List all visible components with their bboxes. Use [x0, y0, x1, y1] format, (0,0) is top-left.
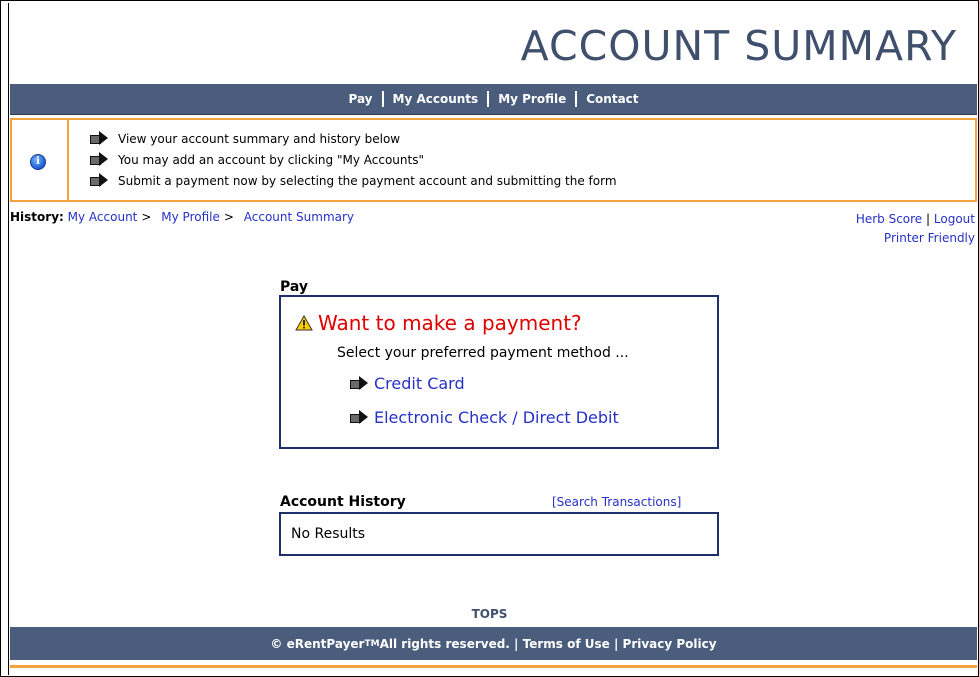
privacy-policy-link[interactable]: Privacy Policy: [623, 637, 717, 651]
account-history-label: Account History: [280, 494, 406, 510]
user-links-separator: |: [926, 212, 931, 226]
info-panel: i View your account summary and history …: [10, 118, 977, 202]
info-text: Submit a payment now by selecting the pa…: [118, 173, 617, 188]
printer-row: Printer Friendly: [856, 229, 975, 248]
info-text: View your account summary and history be…: [118, 131, 401, 146]
user-name-link[interactable]: Herb Score: [856, 212, 922, 226]
breadcrumb-account-summary[interactable]: Account Summary: [244, 210, 354, 224]
nav-contact[interactable]: Contact: [577, 92, 647, 106]
nav-pay[interactable]: Pay: [339, 92, 381, 106]
footer-separator: |: [514, 636, 519, 651]
info-item: Submit a payment now by selecting the pa…: [90, 170, 617, 191]
info-text: You may add an account by clicking "My A…: [118, 152, 424, 167]
breadcrumb-label: History:: [10, 210, 64, 224]
pay-box: Want to make a payment? Select your pref…: [279, 295, 719, 449]
pay-option-credit-card: Credit Card: [350, 374, 465, 393]
nav-my-profile[interactable]: My Profile: [489, 92, 575, 106]
page-title: ACCOUNT SUMMARY: [520, 22, 957, 70]
user-links-row: Herb Score | Logout: [856, 210, 975, 229]
arrow-right-icon: [90, 131, 108, 145]
info-list: View your account summary and history be…: [90, 128, 617, 191]
terms-of-use-link[interactable]: Terms of Use: [523, 637, 610, 651]
breadcrumb-my-profile[interactable]: My Profile: [161, 210, 220, 224]
arrow-right-icon: [350, 410, 368, 424]
footer-accent-line: [10, 665, 977, 668]
electronic-check-link[interactable]: Electronic Check / Direct Debit: [374, 408, 619, 427]
info-icon: i: [30, 154, 46, 170]
info-icon-cell: i: [12, 120, 69, 200]
pay-option-echeck: Electronic Check / Direct Debit: [350, 408, 619, 427]
search-transactions-link[interactable]: [Search Transactions]: [552, 495, 681, 509]
user-links: Herb Score | Logout Printer Friendly: [856, 210, 975, 248]
breadcrumb-separator: >: [141, 210, 152, 224]
tops-link-row: TOPS: [0, 607, 979, 621]
empty-results-text: No Results: [291, 526, 366, 542]
arrow-right-icon: [90, 152, 108, 166]
top-nav: Pay My Accounts My Profile Contact: [10, 84, 977, 115]
search-transactions: [Search Transactions]: [552, 495, 681, 509]
trademark-mark: TM: [364, 638, 380, 649]
breadcrumb: History: My Account > My Profile > Account…: [10, 210, 354, 224]
rights-text: All rights reserved.: [379, 636, 510, 651]
pay-subtext: Select your preferred payment method ...: [337, 345, 629, 361]
logout-link[interactable]: Logout: [934, 212, 975, 226]
arrow-right-icon: [350, 376, 368, 390]
account-history-box: No Results: [279, 512, 719, 556]
warning-icon: [295, 315, 313, 331]
pay-section-label: Pay: [280, 279, 309, 295]
breadcrumb-my-account[interactable]: My Account: [68, 210, 138, 224]
info-item: You may add an account by clicking "My A…: [90, 149, 617, 170]
pay-heading: Want to make a payment?: [318, 311, 582, 335]
arrow-right-icon: [90, 173, 108, 187]
printer-friendly-link[interactable]: Printer Friendly: [884, 231, 975, 245]
footer: © eRentPayer TM All rights reserved. | Te…: [10, 627, 977, 660]
tops-link[interactable]: TOPS: [472, 607, 508, 621]
info-item: View your account summary and history be…: [90, 128, 617, 149]
breadcrumb-separator: >: [223, 210, 234, 224]
copyright-text: © eRentPayer: [270, 636, 365, 651]
nav-my-accounts[interactable]: My Accounts: [384, 92, 488, 106]
footer-separator: |: [613, 636, 619, 651]
credit-card-link[interactable]: Credit Card: [374, 374, 465, 393]
